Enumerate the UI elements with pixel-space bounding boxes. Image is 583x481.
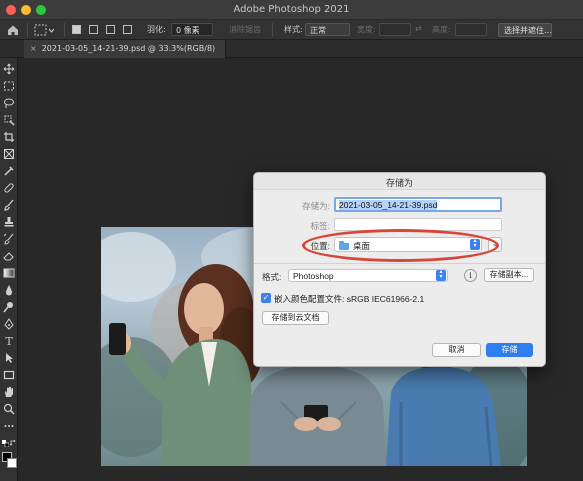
dodge-tool-icon[interactable] — [3, 301, 15, 313]
document-tab[interactable]: × 2021-03-05_14-21-39.psd @ 33.3%(RGB/8) — [24, 40, 226, 58]
brush-tool-icon[interactable] — [3, 199, 15, 211]
swap-icon[interactable]: ⇄ — [415, 24, 422, 33]
blur-tool-icon[interactable] — [3, 284, 15, 296]
height-label: 高度: — [432, 25, 451, 34]
path-selection-tool-icon[interactable] — [3, 352, 15, 364]
filename-value: 2021-03-05_14-21-39.psd — [339, 200, 438, 210]
pen-tool-icon[interactable] — [3, 318, 15, 330]
width-input[interactable] — [379, 23, 411, 36]
width-label: 宽度: — [357, 25, 376, 34]
select-and-mask-button[interactable]: 选择并遮住... — [498, 23, 552, 37]
save-button[interactable]: 存储 — [486, 343, 533, 357]
format-select[interactable]: Photoshop ▴ ▾ — [288, 269, 448, 282]
app-title: Adobe Photoshop 2021 — [233, 4, 350, 15]
style-select[interactable]: 正常 — [305, 23, 350, 36]
hand-tool-icon[interactable] — [3, 386, 15, 398]
dialog-divider — [254, 263, 545, 264]
default-colors-icon[interactable] — [2, 440, 9, 447]
marquee-preset-icon[interactable] — [34, 24, 56, 36]
rectangle-tool-icon[interactable] — [3, 369, 15, 381]
format-value: Photoshop — [293, 271, 334, 281]
tags-label: 标签: — [310, 221, 330, 231]
home-icon[interactable] — [6, 23, 20, 37]
eraser-tool-icon[interactable] — [3, 250, 15, 262]
save-to-cloud-button[interactable]: 存储到云文档 — [262, 311, 329, 325]
more-tools-icon[interactable] — [3, 420, 15, 432]
subtract-selection-icon[interactable] — [106, 25, 115, 34]
swap-colors-icon[interactable] — [10, 440, 17, 447]
format-label: 格式: — [262, 272, 282, 282]
save-as-label: 存储为: — [302, 201, 330, 211]
crop-tool-icon[interactable] — [3, 131, 15, 143]
gradient-tool-icon[interactable] — [3, 267, 15, 279]
title-bar: Adobe Photoshop 2021 — [0, 0, 583, 20]
clone-stamp-tool-icon[interactable] — [3, 216, 15, 228]
add-selection-icon[interactable] — [89, 25, 98, 34]
annotation-highlight-ellipse — [302, 229, 499, 262]
cancel-button[interactable]: 取消 — [432, 343, 481, 357]
text-tool-icon[interactable]: T — [3, 335, 15, 348]
height-input[interactable] — [455, 23, 487, 36]
save-as-dialog: 存储为 存储为: 2021-03-05_14-21-39.psd 标签: 位置:… — [253, 172, 546, 367]
feather-label: 羽化: — [147, 25, 166, 34]
info-icon[interactable]: i — [464, 269, 477, 282]
zoom-tool-icon[interactable] — [3, 403, 15, 415]
feather-input[interactable]: 0 像素 — [171, 23, 213, 36]
save-copy-button[interactable]: 存储副本... — [484, 268, 534, 282]
marquee-tool-icon[interactable] — [3, 80, 15, 92]
embed-profile-label: 嵌入颜色配置文件: sRGB IEC61966-2.1 — [274, 294, 425, 304]
quick-selection-tool-icon[interactable] — [3, 114, 15, 126]
dialog-title: 存储为 — [254, 173, 545, 190]
new-selection-icon[interactable] — [72, 25, 81, 34]
embed-profile-checkbox[interactable]: ✓ — [261, 293, 271, 303]
history-brush-tool-icon[interactable] — [3, 233, 15, 245]
background-color-swatch[interactable] — [7, 458, 17, 468]
lasso-tool-icon[interactable] — [3, 97, 15, 109]
document-tab-bar: × 2021-03-05_14-21-39.psd @ 33.3%(RGB/8) — [0, 40, 583, 58]
style-label: 样式: — [284, 25, 303, 34]
document-tab-label: 2021-03-05_14-21-39.psd @ 33.3%(RGB/8) — [41, 44, 216, 53]
intersect-selection-icon[interactable] — [123, 25, 132, 34]
frame-tool-icon[interactable] — [3, 148, 15, 160]
close-tab-icon[interactable]: × — [30, 44, 37, 53]
anti-alias-checkbox[interactable]: 消除锯齿 — [229, 24, 261, 35]
select-arrows-icon: ▴ ▾ — [436, 269, 446, 281]
filename-input[interactable]: 2021-03-05_14-21-39.psd — [334, 197, 502, 212]
options-bar: 羽化: 0 像素 消除锯齿 样式: 正常 宽度: ⇄ 高度: 选择并遮住... — [0, 20, 583, 40]
move-tool-icon[interactable] — [3, 63, 15, 75]
healing-brush-tool-icon[interactable] — [3, 182, 15, 194]
tools-panel: T — [0, 58, 18, 481]
eyedropper-tool-icon[interactable] — [3, 165, 15, 177]
